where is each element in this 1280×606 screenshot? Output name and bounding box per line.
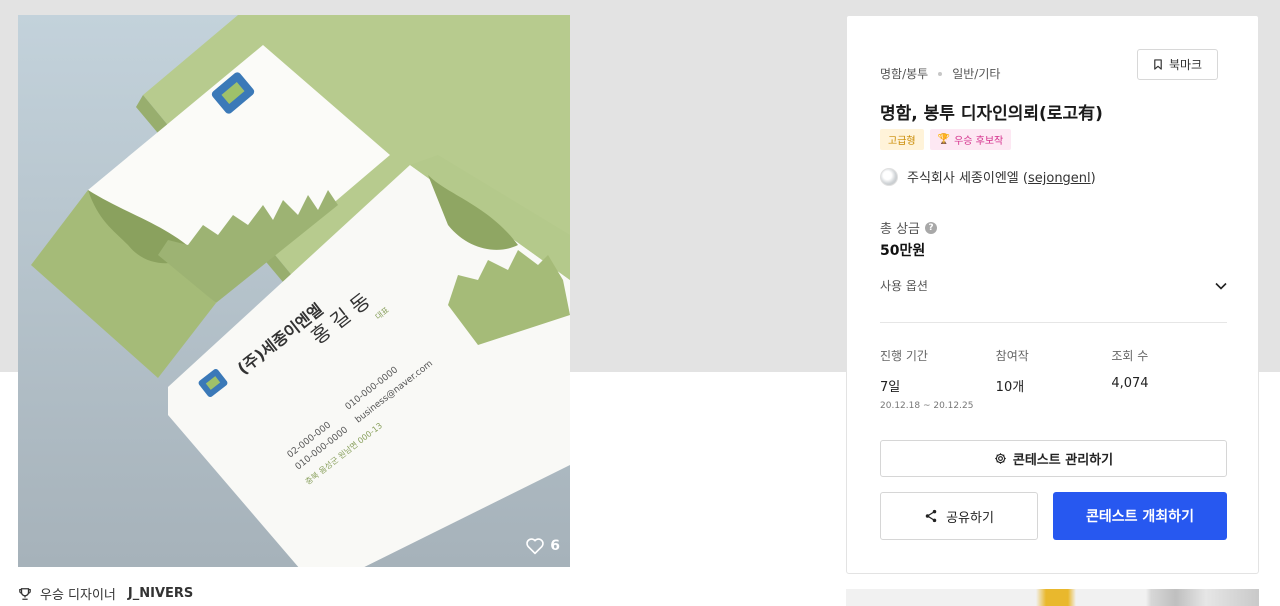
manage-contest-label: 콘테스트 관리하기 <box>1012 453 1114 468</box>
bookmark-icon <box>1154 59 1162 70</box>
manage-contest-button[interactable]: 콘테스트 관리하기 <box>880 440 1227 477</box>
owner-suffix: ) <box>1090 171 1096 186</box>
breadcrumb: 명함/봉투 일반/기타 <box>880 65 1000 82</box>
stat-entries: 참여작 10개 <box>996 347 1112 411</box>
contest-owner: 주식회사 세종이엔엘 (sejongenl) <box>880 167 1096 186</box>
stat-label: 참여작 <box>995 349 1029 363</box>
trophy-icon <box>19 587 31 600</box>
share-button[interactable]: 공유하기 <box>880 492 1038 540</box>
chevron-down-icon <box>1215 282 1227 290</box>
contest-title: 명함, 봉투 디자인의뢰(로고有) <box>880 104 1103 124</box>
badge-row: 고급형 🏆 우승 후보작 <box>880 129 1012 150</box>
prize-label-text: 총 상금 <box>880 222 921 237</box>
stat-label: 진행 기간 <box>880 349 928 363</box>
heart-icon <box>526 538 545 555</box>
stat-value: 10개 <box>995 380 1025 395</box>
bookmark-label: 북마크 <box>1168 58 1203 72</box>
breadcrumb-category[interactable]: 명함/봉투 <box>880 65 928 82</box>
share-label: 공유하기 <box>946 510 994 526</box>
options-dropdown[interactable]: 사용 옵션 <box>880 277 1227 294</box>
contest-info-card: 명함/봉투 일반/기타 북마크 명함, 봉투 디자인의뢰(로고有) 고급형 🏆 … <box>846 15 1259 574</box>
stat-label: 조회 수 <box>1111 349 1149 363</box>
share-icon <box>925 509 937 523</box>
contest-main-image[interactable]: (주)세종이엔엘 홍 길 동 대표 02-000-000 010-000-000… <box>18 15 570 567</box>
bookmark-button[interactable]: 북마크 <box>1137 49 1218 80</box>
stat-value: 4,074 <box>1111 376 1149 391</box>
candidate-badge: 🏆 우승 후보작 <box>929 129 1012 150</box>
stat-date-range: 20.12.18 ~ 20.12.25 <box>880 401 974 411</box>
owner-name: 주식회사 세종이엔엘 ( <box>907 171 1028 186</box>
candidate-badge-label: 우승 후보작 <box>954 136 1004 147</box>
stat-views: 조회 수 4,074 <box>1111 347 1227 411</box>
winner-label: 우승 디자이너 <box>40 588 116 603</box>
business-card-mockup: (주)세종이엔엘 홍 길 동 대표 02-000-000 010-000-000… <box>18 15 570 567</box>
prize-label: 총 상금 ? <box>880 218 938 237</box>
options-label: 사용 옵션 <box>880 279 928 293</box>
stats-row: 진행 기간 7일 20.12.18 ~ 20.12.25 참여작 10개 조회 … <box>880 347 1227 411</box>
winner-name[interactable]: J_NIVERS <box>128 586 193 601</box>
breadcrumb-subcategory[interactable]: 일반/기타 <box>952 65 1000 82</box>
winner-designer: 우승 디자이너 J_NIVERS <box>18 584 193 603</box>
prize-value: 50만원 <box>880 243 926 259</box>
trophy-icon: 🏆 <box>937 134 951 145</box>
stat-value: 7일 <box>880 380 901 395</box>
open-contest-button[interactable]: 콘테스트 개최하기 <box>1053 492 1227 540</box>
gear-icon <box>995 453 1006 464</box>
premium-badge: 고급형 <box>880 129 924 150</box>
breadcrumb-separator <box>938 71 943 76</box>
divider <box>880 322 1227 323</box>
like-button[interactable]: 6 <box>525 537 560 555</box>
help-icon[interactable]: ? <box>925 221 938 234</box>
avatar <box>880 167 898 186</box>
stat-duration: 진행 기간 7일 20.12.18 ~ 20.12.25 <box>880 347 996 411</box>
owner-handle-link[interactable]: sejongenl <box>1028 171 1091 186</box>
like-count: 6 <box>550 538 560 554</box>
related-content-preview[interactable] <box>846 589 1259 606</box>
